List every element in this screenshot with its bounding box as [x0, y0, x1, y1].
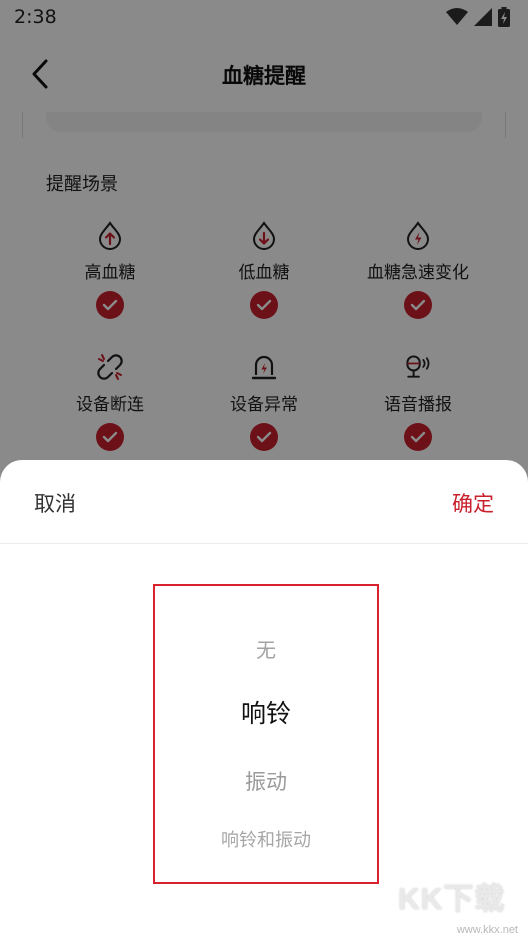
alert-mode-picker-sheet: 取消 确定 无 响铃 振动 响铃和振动 KK下载 www.kkx.net — [0, 460, 528, 938]
picker-option-ring-and-vibrate[interactable]: 响铃和振动 — [155, 826, 377, 852]
watermark-url: www.kkx.net — [456, 924, 518, 936]
alert-mode-picker[interactable]: 无 响铃 振动 响铃和振动 — [153, 584, 379, 884]
watermark-logo: KK下载 — [398, 883, 506, 916]
watermark: KK下载 www.kkx.net — [398, 874, 522, 936]
picker-option-none[interactable]: 无 — [155, 634, 377, 663]
sheet-header: 取消 确定 — [0, 460, 528, 544]
picker-option-ring-selected[interactable]: 响铃 — [155, 694, 377, 730]
picker-option-vibrate[interactable]: 振动 — [155, 766, 377, 796]
confirm-button[interactable]: 确定 — [452, 488, 494, 518]
cancel-button[interactable]: 取消 — [34, 488, 76, 518]
